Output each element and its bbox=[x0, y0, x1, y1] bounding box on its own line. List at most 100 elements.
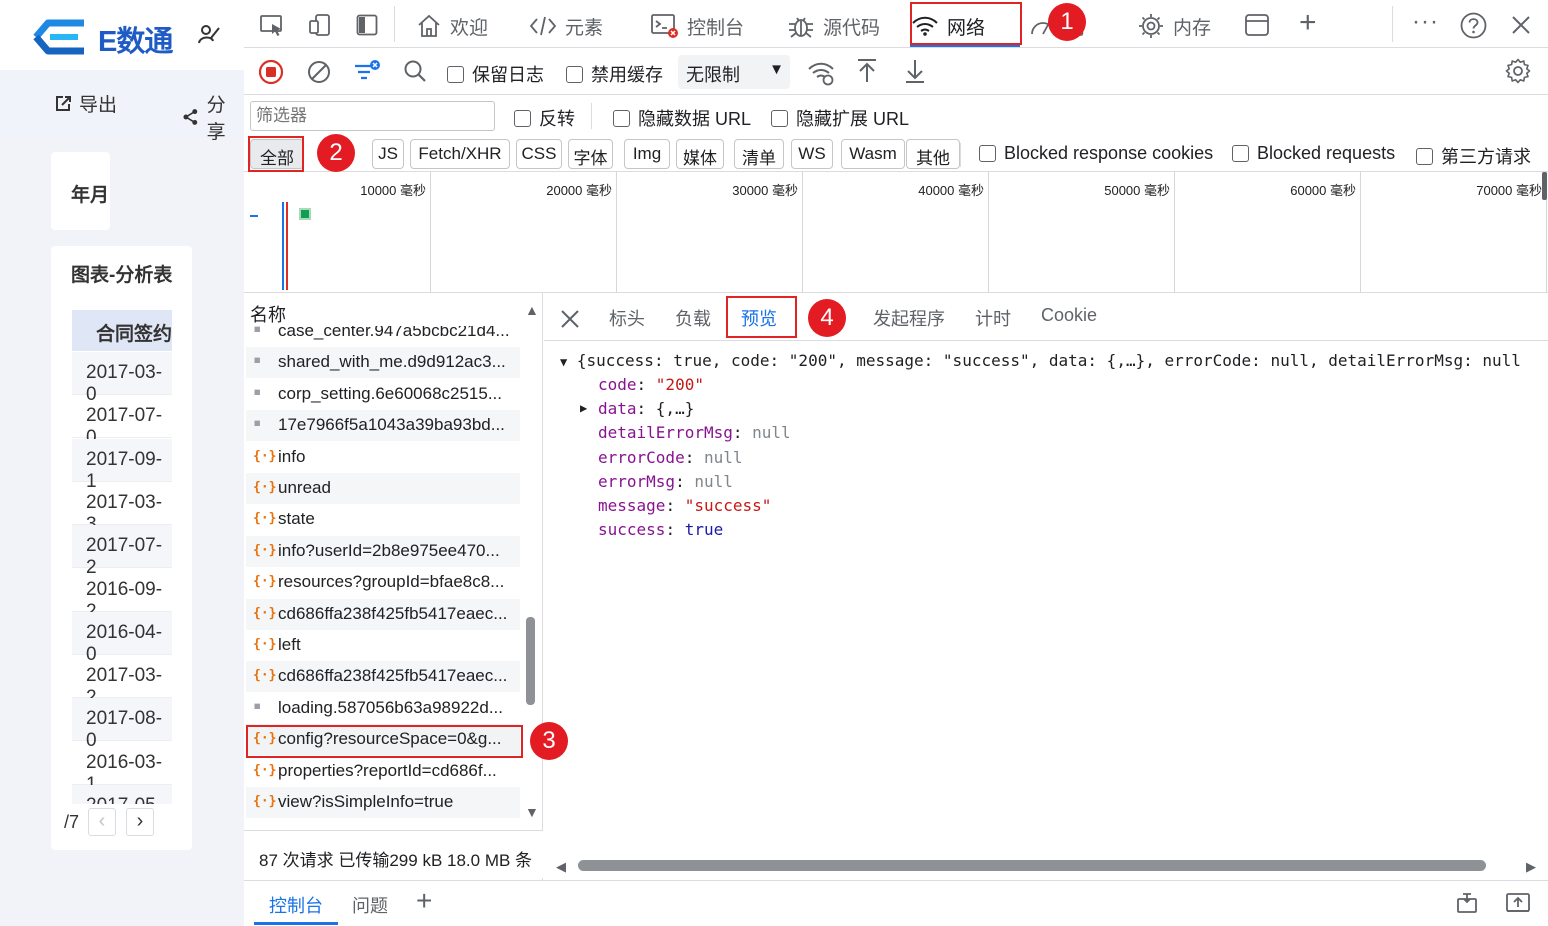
preserve-log-checkbox[interactable]: 保留日志 bbox=[447, 61, 544, 87]
request-row[interactable]: ▪ corp_setting.6e60068c2515... bbox=[246, 379, 520, 410]
throttle-select[interactable]: 无限制 ▼ bbox=[678, 55, 790, 89]
tab-console[interactable]: 控制台 bbox=[651, 12, 744, 40]
blocked-requests-checkbox[interactable]: Blocked requests bbox=[1232, 143, 1395, 164]
tab-initiator[interactable]: 发起程序 bbox=[873, 305, 945, 331]
request-name: loading.587056b63a98922d... bbox=[278, 697, 503, 717]
clear-icon[interactable] bbox=[307, 60, 331, 84]
xhr-braces-icon: {·} bbox=[253, 637, 277, 652]
requests-scrollbar-thumb[interactable] bbox=[526, 617, 535, 705]
invert-checkbox[interactable]: 反转 bbox=[514, 105, 575, 131]
filter-input[interactable] bbox=[250, 101, 495, 131]
request-row[interactable]: {·} state bbox=[246, 504, 520, 535]
close-devtools-icon[interactable] bbox=[1511, 15, 1531, 35]
checkbox-box[interactable] bbox=[1416, 147, 1433, 165]
checkbox-box[interactable] bbox=[613, 109, 630, 127]
request-row[interactable]: {·} cd686ffa238f425fb5417eaec... bbox=[246, 661, 520, 693]
preview-summary-line[interactable]: ▼ {success: true, code: "200", message: … bbox=[560, 351, 1548, 370]
drawer-tab-issues[interactable]: 问题 bbox=[352, 892, 388, 918]
request-row[interactable]: {·} left bbox=[246, 630, 520, 661]
type-filter-button[interactable]: Wasm bbox=[841, 139, 905, 169]
blocked-cookies-checkbox[interactable]: Blocked response cookies bbox=[979, 143, 1213, 164]
hide-data-urls-checkbox[interactable]: 隐藏数据 URL bbox=[613, 105, 751, 131]
checkbox-box[interactable] bbox=[566, 65, 583, 83]
caret-right-icon[interactable]: ▶ bbox=[580, 401, 587, 415]
record-stop-icon[interactable] bbox=[258, 59, 284, 85]
analysis-table-card: 图表-分析表 合同签约 2017-03-02017-07-02017-09-12… bbox=[51, 246, 192, 850]
request-row[interactable]: {·} info?userId=2b8e975ee470... bbox=[246, 535, 520, 567]
export-har-icon[interactable] bbox=[904, 58, 926, 84]
type-filter-button[interactable]: Img bbox=[624, 139, 670, 169]
caret-down-icon[interactable]: ▼ bbox=[560, 355, 567, 369]
preserve-log-label: 保留日志 bbox=[472, 65, 544, 85]
tab-cookies[interactable]: Cookie bbox=[1041, 305, 1097, 326]
horizontal-scrollbar-thumb[interactable] bbox=[578, 860, 1486, 871]
type-filter-button[interactable]: CSS bbox=[516, 139, 562, 169]
type-filter-button[interactable]: Fetch/XHR bbox=[410, 139, 510, 169]
add-drawer-tab-icon[interactable]: + bbox=[416, 887, 432, 915]
disable-cache-checkbox[interactable]: 禁用缓存 bbox=[566, 61, 663, 87]
scroll-down-icon[interactable]: ▼ bbox=[525, 804, 539, 820]
inspect-element-icon[interactable] bbox=[260, 15, 284, 37]
settings-gear-icon[interactable] bbox=[1505, 58, 1531, 84]
divider bbox=[1392, 6, 1393, 42]
tab-code[interactable]: 元素 bbox=[529, 12, 603, 40]
type-filter-button[interactable]: 清单 bbox=[734, 139, 784, 169]
request-row[interactable]: {·} resources?groupId=bfae8c8... bbox=[246, 567, 520, 598]
drawer-tab-console[interactable]: 控制台 bbox=[269, 892, 323, 918]
request-row[interactable]: ▪ shared_with_me.d9d912ac3... bbox=[246, 347, 520, 379]
dock-drawer-icon[interactable] bbox=[1454, 891, 1480, 915]
type-filter-button[interactable]: 字体 bbox=[568, 139, 613, 169]
tab-timing[interactable]: 计时 bbox=[975, 305, 1011, 331]
undock-drawer-icon[interactable] bbox=[1505, 891, 1531, 915]
type-filter-button[interactable]: JS bbox=[372, 139, 404, 169]
filter-active-icon[interactable] bbox=[352, 58, 382, 86]
close-panel-icon[interactable] bbox=[560, 309, 580, 329]
next-page-button[interactable]: › bbox=[126, 808, 154, 836]
request-row[interactable]: ▪ 17e7966f5a1043a39ba93bd... bbox=[246, 410, 520, 442]
add-tab-icon[interactable]: + bbox=[1299, 8, 1317, 38]
type-filter-button[interactable]: 其他 bbox=[906, 139, 960, 169]
prev-page-button[interactable]: ‹ bbox=[88, 808, 116, 836]
checkbox-box[interactable] bbox=[514, 109, 531, 127]
type-filter-button[interactable]: 媒体 bbox=[676, 139, 724, 169]
dock-side-icon[interactable] bbox=[356, 14, 378, 36]
search-icon[interactable] bbox=[403, 59, 428, 84]
timeline-handle[interactable] bbox=[1542, 172, 1547, 200]
checkbox-box[interactable] bbox=[447, 65, 464, 83]
more-options-icon[interactable]: ··· bbox=[1412, 8, 1439, 36]
request-row[interactable]: ▪ case_center.947a5bcbc21d4... bbox=[246, 326, 520, 347]
request-row[interactable]: {·} info bbox=[246, 442, 520, 473]
checkbox-box[interactable] bbox=[1232, 145, 1249, 162]
tab-memory-chip[interactable]: 内存 bbox=[1137, 12, 1211, 40]
name-column-header[interactable]: 名称 bbox=[250, 301, 286, 327]
tab-payload[interactable]: 负载 bbox=[675, 305, 711, 331]
request-row[interactable]: {·} cd686ffa238f425fb5417eaec... bbox=[246, 598, 520, 630]
hide-extension-urls-checkbox[interactable]: 隐藏扩展 URL bbox=[771, 105, 909, 131]
export-button[interactable]: 导出 bbox=[54, 90, 117, 117]
divider bbox=[591, 103, 592, 129]
request-row[interactable]: {·} properties?reportId=cd686f... bbox=[246, 756, 520, 787]
request-row[interactable]: {·} view?isSimpleInfo=true bbox=[246, 787, 520, 818]
scroll-right-icon[interactable]: ▶ bbox=[1526, 859, 1536, 875]
divider bbox=[394, 6, 395, 42]
json-property[interactable]: ▶ data: {,…} bbox=[580, 399, 694, 418]
type-filter-button[interactable]: WS bbox=[791, 139, 833, 169]
tab-home[interactable]: 欢迎 bbox=[416, 12, 488, 40]
new-tab-icon[interactable] bbox=[1244, 12, 1270, 43]
horizontal-scrollbar[interactable]: ◀ ▶ bbox=[544, 850, 1548, 882]
import-har-icon[interactable] bbox=[856, 58, 878, 84]
tab-bug[interactable]: 源代码 bbox=[787, 12, 880, 40]
request-row[interactable]: {·} unread bbox=[246, 473, 520, 504]
request-row[interactable]: ▪ loading.587056b63a98922d... bbox=[246, 693, 520, 724]
sort-up-icon[interactable]: ▲ bbox=[525, 302, 539, 318]
third-party-checkbox[interactable]: 第三方请求 bbox=[1416, 143, 1531, 169]
help-icon[interactable] bbox=[1460, 12, 1487, 39]
checkbox-box[interactable] bbox=[771, 109, 788, 127]
checkbox-box[interactable] bbox=[979, 145, 996, 162]
share-button[interactable]: 分享 bbox=[182, 90, 244, 144]
tab-headers[interactable]: 标头 bbox=[609, 305, 645, 331]
user-switch-icon[interactable] bbox=[197, 24, 221, 46]
scroll-left-icon[interactable]: ◀ bbox=[556, 859, 566, 875]
network-conditions-icon[interactable] bbox=[807, 60, 835, 86]
device-toolbar-icon[interactable] bbox=[308, 13, 332, 37]
